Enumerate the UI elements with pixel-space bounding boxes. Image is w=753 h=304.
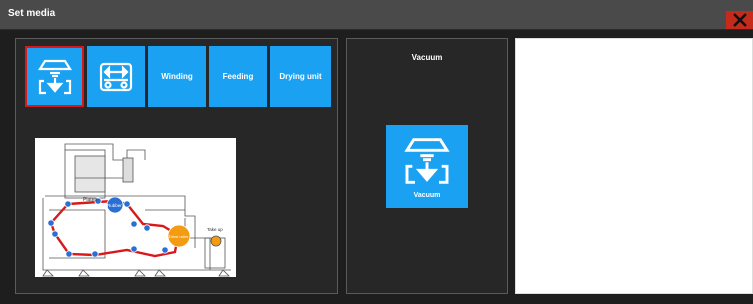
drying-unit-tile-button[interactable]: Drying unit xyxy=(270,46,331,107)
close-button[interactable] xyxy=(726,11,753,29)
vacuum-icon xyxy=(37,59,72,94)
take-up-label: Take up xyxy=(207,227,223,232)
machine-schematic: Platen Rubber Drive roller Take up xyxy=(42,143,231,277)
vacuum-button-label: Vacuum xyxy=(413,192,441,199)
media-path-diagram: Platen Rubber Drive roller Take up xyxy=(35,138,236,277)
drive-roller-label: Drive roller xyxy=(169,234,189,239)
rubber-label: Rubber xyxy=(107,203,122,208)
media-width-icon xyxy=(99,62,133,91)
winding-tile-button[interactable]: Winding xyxy=(148,46,206,107)
platen-label: Platen xyxy=(83,197,97,203)
vacuum-panel-heading: Vacuum xyxy=(411,53,443,62)
detail-panel xyxy=(515,38,753,294)
close-icon xyxy=(732,13,747,27)
media-width-tile-button[interactable] xyxy=(87,46,145,107)
feeding-tile-button[interactable]: Feeding xyxy=(209,46,267,107)
vacuum-button[interactable]: Vacuum xyxy=(386,125,468,208)
title-bar: Set media xyxy=(0,0,753,30)
vacuum-tile-button[interactable] xyxy=(25,46,84,107)
vacuum-icon xyxy=(404,138,450,184)
window-title: Set media xyxy=(8,8,56,19)
